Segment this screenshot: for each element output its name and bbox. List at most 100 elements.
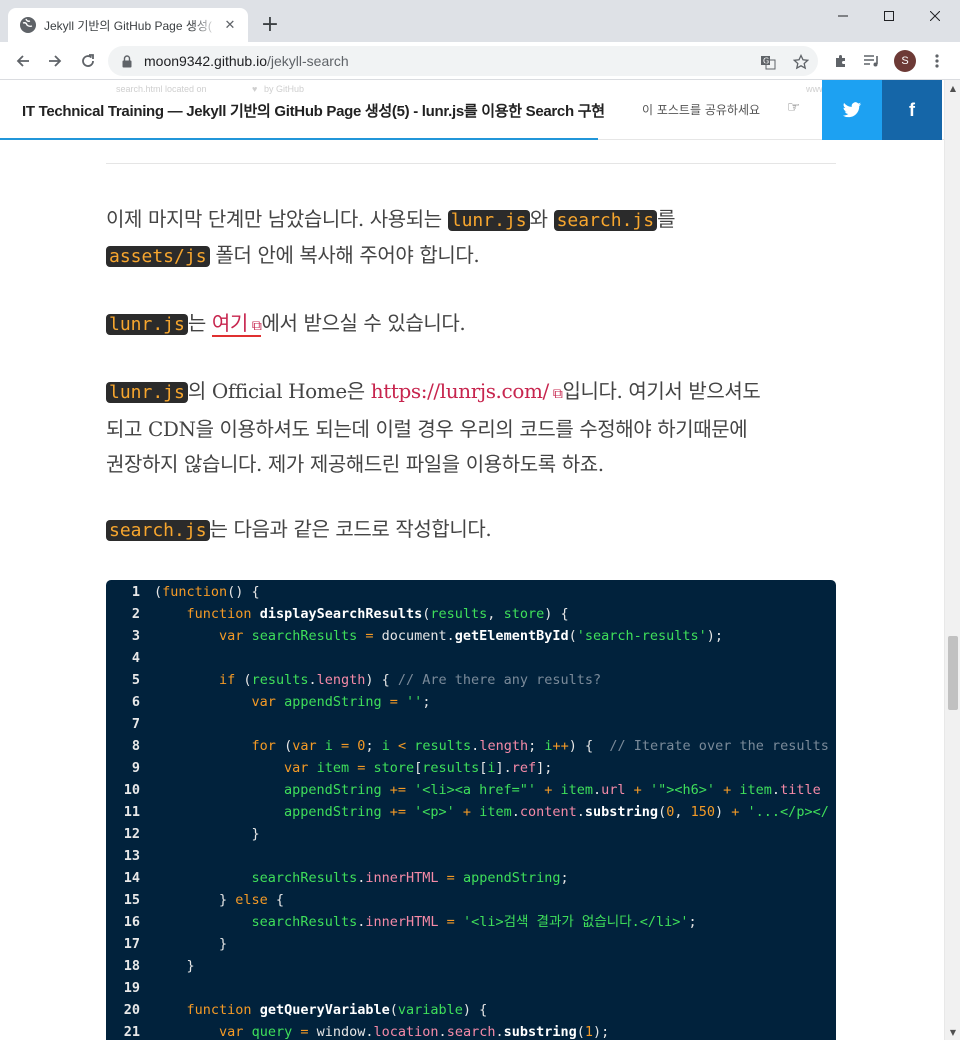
code-text: for (var i = 0; i < results.length; i++)… [251, 738, 829, 754]
profile-avatar[interactable]: S [894, 50, 916, 72]
lunrjs-home-link[interactable]: https://lunrjs.com/ ⧉ [371, 379, 563, 403]
scroll-up-arrow-icon[interactable]: ▲ [945, 80, 960, 96]
browser-tab[interactable]: Jekyll 기반의 GitHub Page 생성( ✕ [8, 8, 248, 42]
code-text: var appendString = ''; [251, 694, 431, 710]
maximize-icon[interactable] [866, 0, 912, 32]
vertical-scrollbar[interactable]: ▲ ▼ [944, 80, 960, 1040]
inline-code: search.js [553, 210, 658, 231]
tab-title: Jekyll 기반의 GitHub Page 생성( [44, 18, 212, 33]
code-line: 7 [106, 713, 836, 735]
ghost-text-left: search.html located on [116, 84, 207, 94]
code-line: 21 var query = window.location.search.su… [106, 1021, 836, 1040]
post-title: IT Technical Training — Jekyll 기반의 GitHu… [22, 103, 605, 120]
here-link[interactable]: 여기 ⧉ [211, 311, 262, 337]
code-line: 18 } [106, 955, 836, 977]
code-line: 9 var item = store[results[i].ref]; [106, 757, 836, 779]
forward-arrow-icon[interactable] [41, 47, 69, 75]
translate-icon[interactable]: G [758, 52, 778, 72]
reload-icon[interactable] [74, 47, 102, 75]
code-line: 12 } [106, 823, 836, 845]
code-line: 11 appendString += '<p>' + item.content.… [106, 801, 836, 823]
inline-code: lunr.js [447, 210, 530, 231]
code-text: searchResults.innerHTML = '<li>검색 결과가 없습… [251, 914, 697, 930]
text: 를 [657, 207, 676, 231]
text: 에서 받으실 수 있습니다. [261, 311, 466, 335]
line-number: 12 [123, 826, 140, 842]
globe-icon [20, 17, 36, 33]
code-line: 3 var searchResults = document.getElemen… [106, 625, 836, 647]
code-line: 16 searchResults.innerHTML = '<li>검색 결과가… [106, 911, 836, 933]
line-number: 9 [131, 760, 140, 776]
url-path: /jekyll-search [267, 53, 349, 69]
code-text: } [154, 826, 260, 842]
sticky-post-header: search.html located on ♥ by GitHub www.c… [0, 80, 944, 140]
reading-progress-bar [0, 138, 598, 140]
line-number: 15 [123, 892, 140, 908]
text: 폴더 안에 복사해 주어야 합니다. [209, 243, 480, 267]
menu-kebab-icon[interactable] [926, 50, 948, 72]
media-queue-icon[interactable] [861, 50, 883, 72]
text: 권장하지 않습니다. 제가 제공해드린 파일을 이용하도록 하죠. [106, 452, 604, 476]
text: 와 [529, 207, 554, 231]
code-text: function displaySearchResults(results, s… [186, 606, 569, 622]
new-tab-button[interactable]: + [258, 13, 282, 37]
line-number: 6 [131, 694, 140, 710]
line-number: 21 [123, 1024, 140, 1040]
code-line: 2 function displaySearchResults(results,… [106, 603, 836, 625]
line-number: 14 [123, 870, 140, 886]
url-host: moon9342.github.io [144, 53, 267, 69]
code-text: var query = window.location.search.subst… [219, 1024, 610, 1040]
section-divider [106, 163, 836, 164]
minimize-icon[interactable] [820, 0, 866, 32]
tab-strip: Jekyll 기반의 GitHub Page 생성( ✕ + [0, 0, 960, 42]
inline-code: assets/js [106, 246, 210, 267]
facebook-share-button[interactable]: f [882, 80, 942, 140]
text: 의 Official Home은 [187, 379, 371, 403]
extensions-puzzle-icon[interactable] [830, 50, 852, 72]
line-number: 1 [131, 584, 140, 600]
close-window-icon[interactable] [912, 0, 958, 32]
external-link-icon: ⧉ [548, 386, 563, 402]
scrollbar-thumb[interactable] [948, 636, 958, 710]
scroll-down-arrow-icon[interactable]: ▼ [945, 1024, 960, 1040]
line-number: 10 [123, 782, 140, 798]
line-number: 8 [131, 738, 140, 754]
code-text: } else { [154, 892, 285, 908]
line-number: 5 [131, 672, 140, 688]
code-line: 1 (function() { [106, 581, 836, 603]
line-number: 17 [123, 936, 140, 952]
back-arrow-icon[interactable] [9, 47, 37, 75]
code-text: searchResults.innerHTML = appendString; [251, 870, 569, 886]
share-label: 이 포스트를 공유하세요 [642, 103, 761, 117]
paragraph-copy-files: 이제 마지막 단계만 남았습니다. 사용되는 lunr.js 와 search.j… [106, 202, 836, 274]
code-line: 13 [106, 845, 836, 867]
text: 는 다음과 같은 코드로 작성합니다. [209, 517, 492, 541]
code-line: 17 } [106, 933, 836, 955]
code-line: 6 var appendString = ''; [106, 691, 836, 713]
line-number: 16 [123, 914, 140, 930]
lock-icon[interactable] [120, 54, 134, 68]
heart-icon: ♥ [252, 84, 258, 94]
bookmark-star-icon[interactable] [791, 52, 811, 72]
code-text: if (results.length) { // Are there any r… [219, 672, 602, 688]
code-text: } [154, 936, 228, 952]
line-number: 20 [123, 1002, 140, 1018]
text: 는 [187, 311, 212, 335]
line-number: 13 [123, 848, 140, 864]
close-tab-icon[interactable]: ✕ [222, 17, 238, 33]
address-bar[interactable]: moon9342.github.io/jekyll-search G [108, 46, 818, 76]
text: 이제 마지막 단계만 남았습니다. 사용되는 [106, 207, 448, 231]
code-text: appendString += '<p>' + item.content.sub… [284, 804, 829, 820]
code-block[interactable]: 1 (function() { 2 function displaySearchRe… [106, 580, 836, 1040]
inline-code: search.js [106, 520, 210, 541]
external-link-icon: ⧉ [247, 318, 262, 334]
code-text: var searchResults = document.getElementB… [219, 628, 724, 644]
code-line: 5 if (results.length) { // Are there any… [106, 669, 836, 691]
ghost-text-mid: by GitHub [264, 84, 305, 94]
text: 입니다. 여기서 받으셔도 [562, 379, 761, 403]
link-text: https://lunrjs.com/ [370, 379, 550, 403]
code-text: (function() { [154, 584, 260, 600]
twitter-share-button[interactable] [822, 80, 882, 140]
line-number: 4 [131, 650, 140, 666]
twitter-icon [842, 101, 862, 117]
